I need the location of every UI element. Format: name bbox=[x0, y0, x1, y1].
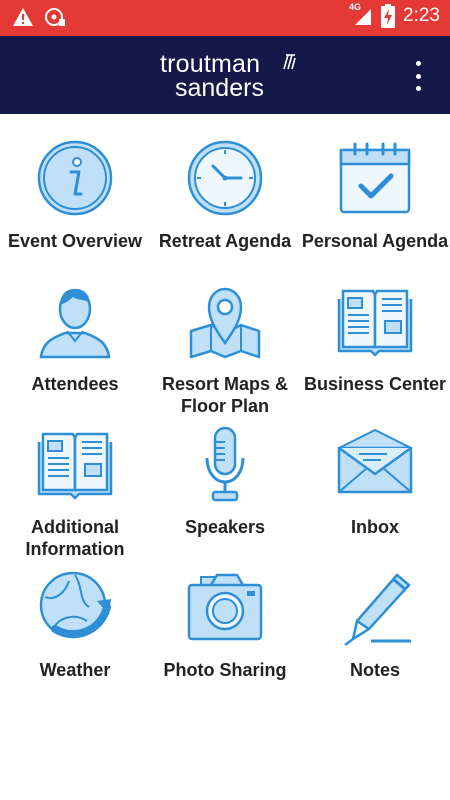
tile-attendees[interactable]: Attendees bbox=[0, 281, 150, 424]
envelope-icon bbox=[337, 428, 413, 494]
book-icon bbox=[337, 289, 413, 357]
tile-weather[interactable]: Weather bbox=[0, 567, 150, 710]
globe-arrow-icon bbox=[39, 571, 111, 639]
camera-icon bbox=[187, 573, 263, 641]
tile-label: Resort Maps & Floor Plan bbox=[161, 374, 289, 416]
tile-label: Photo Sharing bbox=[163, 660, 287, 680]
media-icon bbox=[45, 8, 65, 26]
microphone-icon bbox=[205, 426, 245, 502]
network-type: 4G bbox=[349, 2, 362, 12]
calendar-check-icon bbox=[339, 142, 411, 214]
tile-label: Business Center bbox=[303, 374, 447, 394]
pen-icon bbox=[344, 573, 411, 646]
tile-label: Attendees bbox=[31, 374, 119, 394]
person-icon bbox=[39, 288, 111, 359]
more-vert-icon[interactable] bbox=[408, 61, 428, 91]
tile-speakers[interactable]: Speakers bbox=[150, 424, 300, 567]
tile-photo-sharing[interactable]: Photo Sharing bbox=[150, 567, 300, 710]
app-bar: troutman sanders bbox=[0, 36, 450, 114]
logo: troutman sanders bbox=[160, 50, 296, 102]
warning-icon bbox=[13, 8, 33, 26]
menu-grid: Event Overview Retreat Agenda Personal A… bbox=[0, 138, 450, 710]
signal-icon: 4G bbox=[349, 2, 373, 27]
battery-charging-icon bbox=[381, 4, 396, 28]
status-bar: 4G 2:23 bbox=[0, 0, 450, 36]
tile-label: Weather bbox=[39, 660, 111, 680]
info-icon bbox=[37, 140, 113, 216]
logo-line2: sanders bbox=[175, 74, 264, 102]
tile-label: Additional Information bbox=[25, 517, 125, 559]
tile-personal-agenda[interactable]: Personal Agenda bbox=[300, 138, 450, 281]
tile-notes[interactable]: Notes bbox=[300, 567, 450, 710]
tile-retreat-agenda[interactable]: Retreat Agenda bbox=[150, 138, 300, 281]
tile-event-overview[interactable]: Event Overview bbox=[0, 138, 150, 281]
tile-label: Event Overview bbox=[7, 231, 143, 251]
map-pin-icon bbox=[189, 287, 261, 359]
logo-line1: troutman bbox=[160, 50, 261, 78]
open-book-icon bbox=[37, 432, 113, 500]
clock-icon bbox=[187, 140, 263, 216]
logo-mark-icon bbox=[283, 54, 296, 70]
tile-label: Retreat Agenda bbox=[158, 231, 292, 251]
clock-time: 2:23 bbox=[403, 5, 440, 26]
tile-business-center[interactable]: Business Center bbox=[300, 281, 450, 424]
tile-label: Personal Agenda bbox=[301, 231, 449, 251]
tile-additional-information[interactable]: Additional Information bbox=[0, 424, 150, 567]
tile-resort-maps[interactable]: Resort Maps & Floor Plan bbox=[150, 281, 300, 424]
tile-inbox[interactable]: Inbox bbox=[300, 424, 450, 567]
tile-label: Speakers bbox=[184, 517, 266, 537]
tile-label: Inbox bbox=[351, 517, 399, 537]
tile-label: Notes bbox=[349, 660, 400, 680]
